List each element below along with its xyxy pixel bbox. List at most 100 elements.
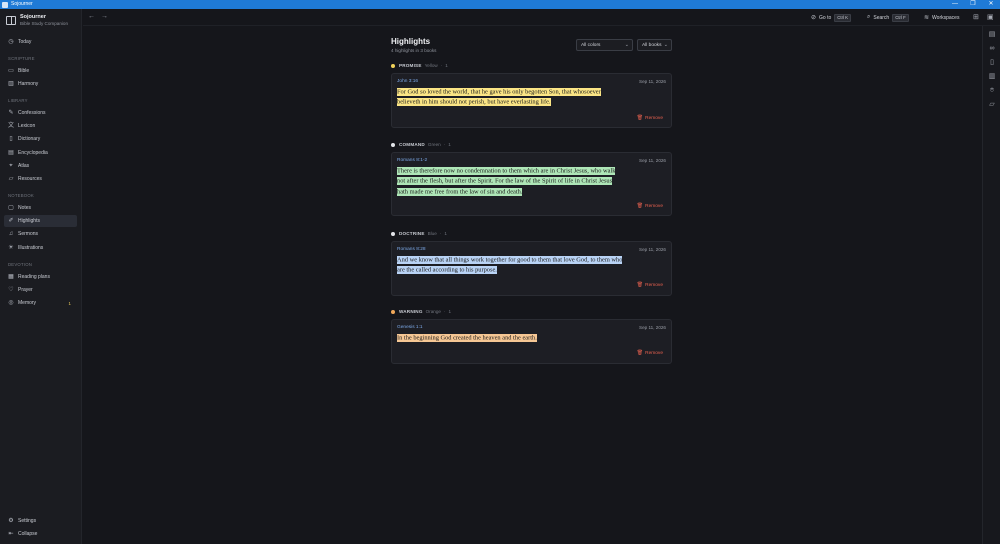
verse-reference-link[interactable]: Romans 8:1-2 — [397, 158, 427, 163]
book-panel-icon[interactable]: ▤ — [988, 31, 996, 39]
sidebar-item-label: Memory — [18, 300, 37, 306]
columns-icon: ▥ — [8, 81, 14, 87]
verse-reference-link[interactable]: Genesis 1:1 — [397, 325, 423, 330]
sidebar-item-highlights[interactable]: ✐ Highlights — [4, 215, 77, 227]
sidebar-item-label: Harmony — [18, 81, 39, 87]
sidebar-collapse-button[interactable]: ⇤ Collapse — [4, 528, 77, 540]
chevron-down-icon: ⌄ — [624, 42, 629, 48]
location-pin-icon[interactable]: ⌾ — [988, 87, 996, 95]
sidebar-item-confessions[interactable]: ✎ Confessions — [4, 107, 77, 119]
remove-button[interactable]: 🗑 Remove — [637, 203, 663, 209]
window-titlebar: Sojourner — ❐ ✕ — [0, 0, 1000, 9]
group-count: 1 — [448, 309, 452, 314]
memory-count-badge: 1 — [68, 300, 71, 306]
chevron-down-icon: ⌄ — [663, 42, 668, 48]
sidebar-item-settings[interactable]: ⚙ Settings — [4, 515, 77, 527]
forward-arrow-icon[interactable]: → — [101, 13, 108, 20]
sidebar-item-sermons[interactable]: ♫ Sermons — [4, 228, 77, 240]
sidebar-item-resources[interactable]: ▱ Resources — [4, 173, 77, 185]
link-icon[interactable]: ∞ — [988, 45, 996, 53]
page-title: Highlights — [391, 37, 431, 46]
layers-icon: ≋ — [924, 15, 930, 21]
section-label-notebook: NOTEBOOK — [8, 193, 34, 198]
highlight-date: Sep 11, 2026 — [639, 158, 666, 163]
back-arrow-icon[interactable]: ← — [88, 13, 95, 20]
sidebar-item-encyclopedia[interactable]: ▤ Encyclopedia — [4, 147, 77, 159]
translate-icon: 文 — [8, 123, 15, 129]
sidebar-item-lexicon[interactable]: 文 Lexicon — [4, 120, 77, 132]
folder-icon: ▱ — [8, 176, 14, 182]
bookmark-icon[interactable]: ▯ — [988, 59, 996, 67]
book-open-icon: ▯ — [9, 136, 13, 142]
sidebar-item-label: Atlas — [18, 163, 30, 169]
panel-toggle-icon[interactable]: ▣ — [987, 13, 994, 21]
group-color-name: Blue — [427, 231, 437, 236]
verse-reference-link[interactable]: Romans 8:28 — [397, 247, 426, 252]
group-count: 1 — [444, 231, 447, 236]
goto-label: Go to — [819, 14, 832, 21]
group-color-dot — [391, 63, 395, 68]
sidebar-item-label: Lexicon — [18, 123, 36, 129]
section-label-scripture: SCRIPTURE — [8, 56, 35, 61]
trash-icon: 🗑 — [636, 282, 644, 288]
sidebar-item-label: Notes — [18, 205, 32, 211]
sidebar-item-today[interactable]: ◷ Today — [4, 36, 77, 48]
app-icon — [2, 1, 8, 8]
sidebar-item-dictionary[interactable]: ▯ Dictionary — [4, 133, 77, 145]
sidebar-item-label: Collapse — [18, 531, 38, 537]
compass-icon: ⊘ — [811, 15, 817, 21]
document-icon[interactable]: ▱ — [988, 101, 996, 109]
sidebar-item-illustrations[interactable]: ☀ Illustrations — [4, 242, 77, 254]
remove-button[interactable]: 🗑 Remove — [637, 282, 663, 288]
sidebar-item-memory[interactable]: ◎ Memory 1 — [4, 297, 77, 309]
notes-panel-icon[interactable]: ▥ — [988, 73, 996, 81]
verse-reference-link[interactable]: John 3:16 — [397, 79, 418, 84]
highlighter-icon: ✐ — [8, 218, 14, 224]
group-color-name: Green — [427, 142, 441, 147]
topbar: ← → ⊘ Go to Ctrl K ⌕ Search Ctrl F ≋ Wor… — [83, 9, 1000, 26]
sidebar-item-label: Encyclopedia — [18, 150, 48, 156]
sidebar-item-label: Confessions — [18, 110, 46, 116]
maximize-button[interactable]: ❐ — [964, 0, 982, 9]
sidebar-item-label: Sermons — [18, 231, 39, 237]
sidebar-item-atlas[interactable]: ⌖ Atlas — [4, 160, 77, 172]
highlight-date: Sep 11, 2026 — [639, 247, 666, 252]
sidebar-item-reading-plans[interactable]: ▦ Reading plans — [4, 271, 77, 283]
highlight-text: For God so loved the world, that he gave… — [397, 87, 601, 107]
remove-button[interactable]: 🗑 Remove — [637, 115, 663, 121]
goto-button[interactable]: ⊘ Go to Ctrl K — [811, 13, 852, 22]
right-rail: ▤ ∞ ▯ ▥ ⌾ ▱ — [982, 26, 1000, 544]
window-title: Sojourner — [11, 1, 33, 7]
highlight-card: Genesis 1:1 Sep 11, 2026 In the beginnin… — [391, 319, 672, 364]
group-color-dot — [391, 309, 395, 314]
sidebar-item-harmony[interactable]: ▥ Harmony — [4, 78, 77, 90]
group-color-dot — [391, 142, 395, 147]
search-button[interactable]: ⌕ Search Ctrl F — [867, 13, 909, 22]
goto-shortcut: Ctrl K — [834, 13, 852, 22]
hands-icon: ♡ — [8, 287, 14, 293]
highlight-date: Sep 11, 2026 — [639, 79, 666, 84]
group-name: WARNING — [399, 309, 423, 314]
sidebar-item-prayer[interactable]: ♡ Prayer — [4, 284, 77, 296]
sidebar-item-label: Resources — [18, 176, 42, 182]
sidebar-item-label: Dictionary — [18, 136, 41, 142]
sidebar-item-bible[interactable]: ▭ Bible — [4, 65, 77, 77]
book-filter-select[interactable]: All books ⌄ — [637, 39, 672, 51]
minimize-button[interactable]: — — [946, 0, 964, 9]
sidebar-item-label: Prayer — [18, 287, 33, 293]
sidebar-item-label: Bible — [18, 68, 30, 74]
scroll-icon: ✎ — [8, 110, 14, 116]
group-name: PROMISE — [399, 63, 422, 68]
sidebar-item-notes[interactable]: ▢ Notes — [4, 202, 77, 214]
brand-subtitle: Bible Study Companion — [20, 21, 69, 26]
section-label-library: LIBRARY — [8, 98, 28, 103]
sidebar-item-label: Settings — [18, 518, 37, 524]
layout-grid-icon[interactable]: ⊞ — [973, 13, 979, 21]
color-filter-select[interactable]: All colors ⌄ — [576, 39, 633, 51]
close-button[interactable]: ✕ — [982, 0, 1000, 9]
book-logo-icon — [6, 16, 16, 25]
remove-button[interactable]: 🗑 Remove — [637, 350, 663, 356]
group-header-warning: WARNING Orange · 1 — [391, 309, 451, 314]
workspaces-button[interactable]: ≋ Workspaces — [924, 13, 959, 22]
highlight-text: And we know that all things work togethe… — [397, 255, 623, 275]
